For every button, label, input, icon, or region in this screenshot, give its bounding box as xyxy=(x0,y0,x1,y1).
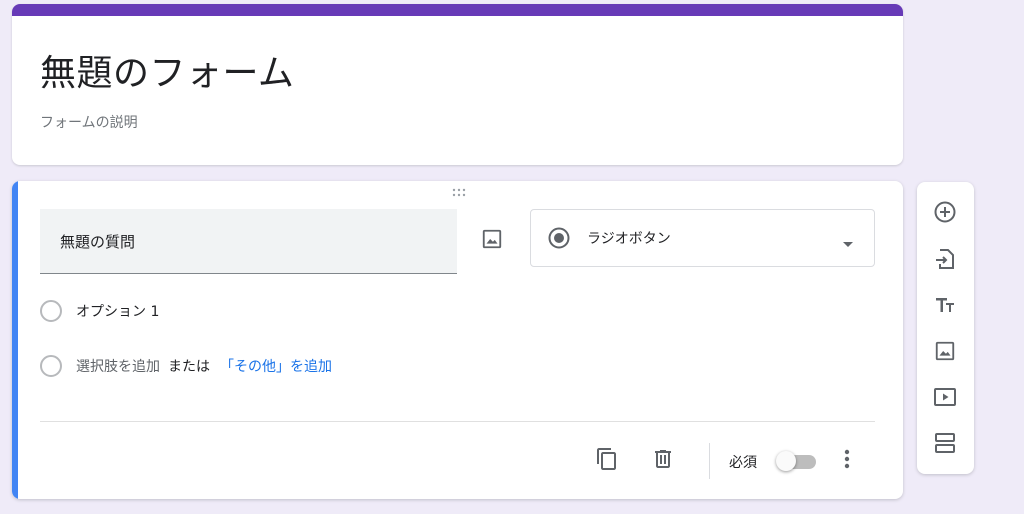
radio-circle-icon xyxy=(40,355,62,377)
footer-divider xyxy=(40,421,875,422)
add-other-button[interactable]: 「その他」を追加 xyxy=(220,356,332,376)
form-title-card[interactable]: 無題のフォーム フォームの説明 xyxy=(12,4,903,165)
footer-separator xyxy=(709,443,710,479)
section-icon[interactable] xyxy=(931,429,959,457)
question-type-select[interactable]: ラジオボタン xyxy=(530,209,875,267)
import-questions-icon[interactable] xyxy=(931,245,959,273)
form-accent-bar xyxy=(12,4,903,16)
drag-handle-icon[interactable] xyxy=(449,188,469,200)
required-label: 必須 xyxy=(729,455,757,471)
toggle-thumb xyxy=(776,451,796,471)
active-indicator xyxy=(12,181,18,499)
add-option-button[interactable]: 選択肢を追加 xyxy=(76,356,160,376)
or-text: または xyxy=(168,359,210,375)
question-card[interactable]: 無題の質問 ラジオボタン オプション 1 選択肢を追加 または 「その他」を追加 xyxy=(12,181,903,499)
trash-icon[interactable] xyxy=(649,445,677,473)
image-icon[interactable] xyxy=(479,226,505,252)
arrow-drop-down-icon xyxy=(842,234,854,253)
radio-button-icon xyxy=(547,226,571,250)
required-toggle[interactable] xyxy=(776,451,818,471)
question-type-label: ラジオボタン xyxy=(587,231,671,247)
option-item[interactable]: オプション 1 xyxy=(40,300,159,322)
option-label[interactable]: オプション 1 xyxy=(76,301,159,321)
radio-circle-icon xyxy=(40,300,62,322)
form-description[interactable]: フォームの説明 xyxy=(40,112,138,132)
image-icon[interactable] xyxy=(931,337,959,365)
add-option-row: 選択肢を追加 または 「その他」を追加 xyxy=(40,355,332,377)
form-title[interactable]: 無題のフォーム xyxy=(40,44,294,96)
question-title-input[interactable]: 無題の質問 xyxy=(40,209,457,274)
add-circle-icon[interactable] xyxy=(931,198,959,226)
more-vert-icon[interactable] xyxy=(835,447,859,471)
video-icon[interactable] xyxy=(931,383,959,411)
side-toolbar xyxy=(917,182,974,474)
title-text-icon[interactable] xyxy=(931,291,959,319)
content-copy-icon[interactable] xyxy=(593,445,621,473)
